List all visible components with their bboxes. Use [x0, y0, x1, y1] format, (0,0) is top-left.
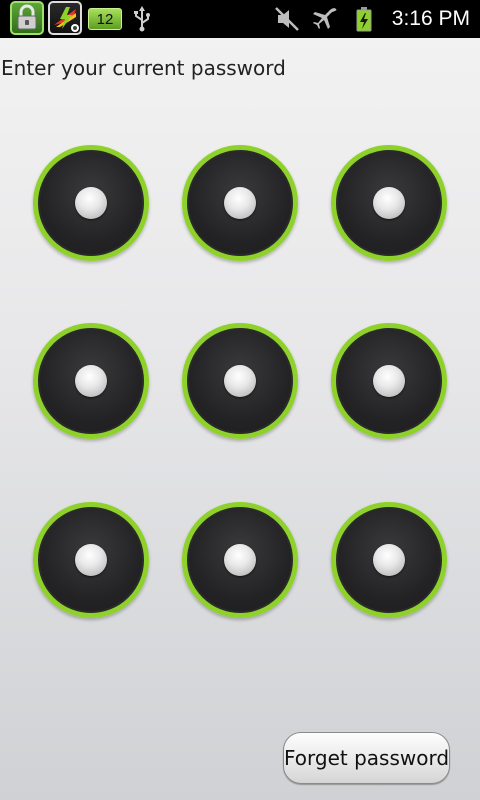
pattern-node-dot	[373, 544, 405, 576]
pattern-node-dot	[373, 187, 405, 219]
pattern-node-dot	[373, 365, 405, 397]
pattern-node[interactable]	[182, 502, 298, 618]
pattern-node-dot	[75, 544, 107, 576]
pattern-node-dot	[75, 365, 107, 397]
forget-password-button[interactable]: Forget password	[283, 732, 450, 784]
pattern-lock-grid[interactable]	[0, 0, 480, 800]
pattern-node-dot	[224, 187, 256, 219]
pattern-node[interactable]	[33, 145, 149, 261]
pattern-node[interactable]	[331, 502, 447, 618]
pattern-node[interactable]	[33, 502, 149, 618]
pattern-node[interactable]	[182, 323, 298, 439]
pattern-node[interactable]	[33, 323, 149, 439]
pattern-node[interactable]	[331, 323, 447, 439]
pattern-node[interactable]	[331, 145, 447, 261]
pattern-node-dot	[224, 365, 256, 397]
pattern-node-dot	[75, 187, 107, 219]
pattern-node-dot	[224, 544, 256, 576]
pattern-node[interactable]	[182, 145, 298, 261]
